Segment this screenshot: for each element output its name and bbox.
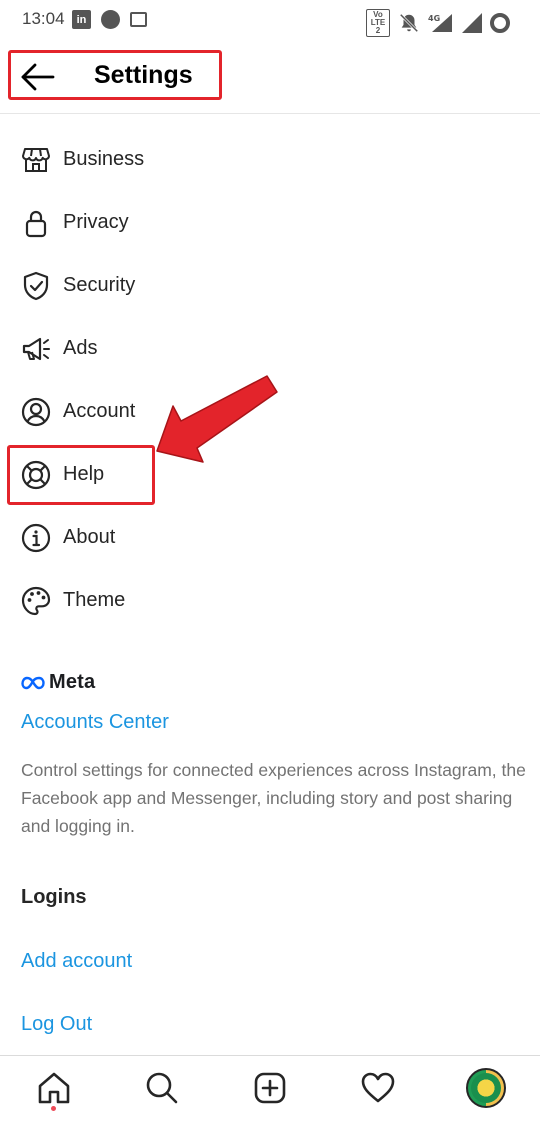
page-title: Settings <box>94 61 193 89</box>
status-left-icons: in <box>72 10 147 29</box>
add-account-link[interactable]: Add account <box>21 950 132 973</box>
menu-label-privacy: Privacy <box>63 211 129 233</box>
accounts-center-link[interactable]: Accounts Center <box>21 711 169 734</box>
header: Settings <box>0 40 540 114</box>
menu-label-theme: Theme <box>63 589 126 611</box>
logins-heading: Logins <box>21 886 87 908</box>
status-bar: 13:04 in Vo LTE 2 4G <box>0 0 540 40</box>
profile-avatar[interactable] <box>466 1068 506 1108</box>
avatar-image <box>471 1073 501 1103</box>
status-right-icons: Vo LTE 2 4G <box>366 9 510 37</box>
heart-icon[interactable] <box>360 1070 396 1106</box>
menu-label-ads: Ads <box>63 337 98 359</box>
red-arrow-annotation <box>156 375 278 463</box>
bell-muted-icon <box>399 13 419 33</box>
bottom-nav <box>0 1055 540 1140</box>
meta-logo: Meta <box>21 671 95 694</box>
battery-icon <box>490 13 510 33</box>
back-arrow-icon[interactable] <box>20 62 56 92</box>
log-out-link[interactable]: Log Out <box>21 1013 92 1036</box>
status-time: 13:04 <box>22 9 65 28</box>
menu-item-business[interactable]: Business <box>0 129 540 192</box>
search-icon[interactable] <box>144 1070 180 1106</box>
home-notification-dot <box>51 1106 56 1111</box>
meta-logo-text: Meta <box>49 671 96 693</box>
home-icon[interactable] <box>36 1070 72 1106</box>
circle-notification-icon <box>101 10 120 29</box>
volte-icon: Vo LTE 2 <box>366 9 390 37</box>
menu-label-account: Account <box>63 400 136 422</box>
signal-icon <box>462 13 482 33</box>
image-icon <box>130 12 147 27</box>
linkedin-icon: in <box>72 10 91 29</box>
menu-label-security: Security <box>63 274 136 296</box>
menu-label-business: Business <box>63 148 145 170</box>
menu-item-theme[interactable]: Theme <box>0 570 540 633</box>
menu-label-about: About <box>63 526 116 548</box>
accounts-center-description: Control settings for connected experienc… <box>21 760 526 836</box>
lock-icon <box>25 210 47 238</box>
meta-infinity-icon <box>21 676 45 689</box>
shield-icon <box>23 271 49 301</box>
svg-text:4G: 4G <box>428 14 440 23</box>
settings-screen: 13:04 in Vo LTE 2 4G Settings Business P… <box>0 0 540 1140</box>
menu-item-privacy[interactable]: Privacy <box>0 192 540 255</box>
menu-item-security[interactable]: Security <box>0 255 540 318</box>
store-icon <box>22 148 50 172</box>
4g-signal-icon: 4G <box>428 14 452 32</box>
megaphone-icon <box>22 337 50 361</box>
menu-item-about[interactable]: About <box>0 507 540 570</box>
info-icon <box>21 523 51 553</box>
create-icon[interactable] <box>252 1070 288 1106</box>
user-circle-icon <box>21 397 51 427</box>
highlight-box-help <box>7 445 155 505</box>
palette-icon <box>21 586 51 616</box>
